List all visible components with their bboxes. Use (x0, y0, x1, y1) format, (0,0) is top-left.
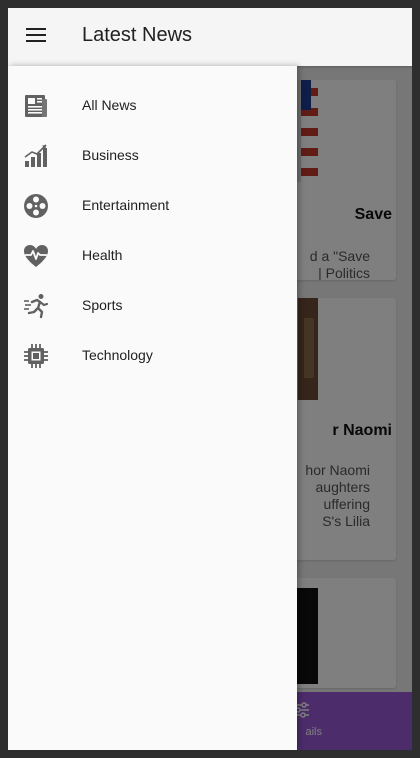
drawer-item-technology[interactable]: Technology (8, 332, 297, 380)
newspaper-icon (22, 92, 50, 120)
device-frame: Save d a "Save | Politics r Naomi hor Na… (0, 0, 420, 758)
app-screen: Save d a "Save | Politics r Naomi hor Na… (8, 8, 412, 750)
drawer-item-label: Health (82, 247, 123, 263)
drawer-item-label: Business (82, 147, 139, 163)
chip-icon (22, 342, 50, 370)
drawer-item-business[interactable]: Business (8, 132, 297, 180)
drawer-item-label: Technology (82, 347, 153, 363)
drawer-item-health[interactable]: Health (8, 232, 297, 280)
drawer-item-label: All News (82, 97, 137, 113)
drawer-item-label: Entertainment (82, 197, 170, 213)
drawer-item-sports[interactable]: Sports (8, 282, 297, 330)
drawer-item-all-news[interactable]: All News (8, 82, 297, 130)
hamburger-menu-icon[interactable] (26, 28, 46, 44)
app-bar: Latest News (8, 8, 412, 66)
page-title: Latest News (82, 24, 193, 46)
running-person-icon (22, 292, 50, 320)
film-reel-icon (22, 192, 50, 220)
heartbeat-icon (22, 242, 50, 270)
drawer-item-label: Sports (82, 297, 123, 313)
drawer-item-entertainment[interactable]: Entertainment (8, 182, 297, 230)
navigation-drawer: All News Business Entertainment Health S… (8, 66, 297, 750)
bar-chart-icon (22, 142, 50, 170)
